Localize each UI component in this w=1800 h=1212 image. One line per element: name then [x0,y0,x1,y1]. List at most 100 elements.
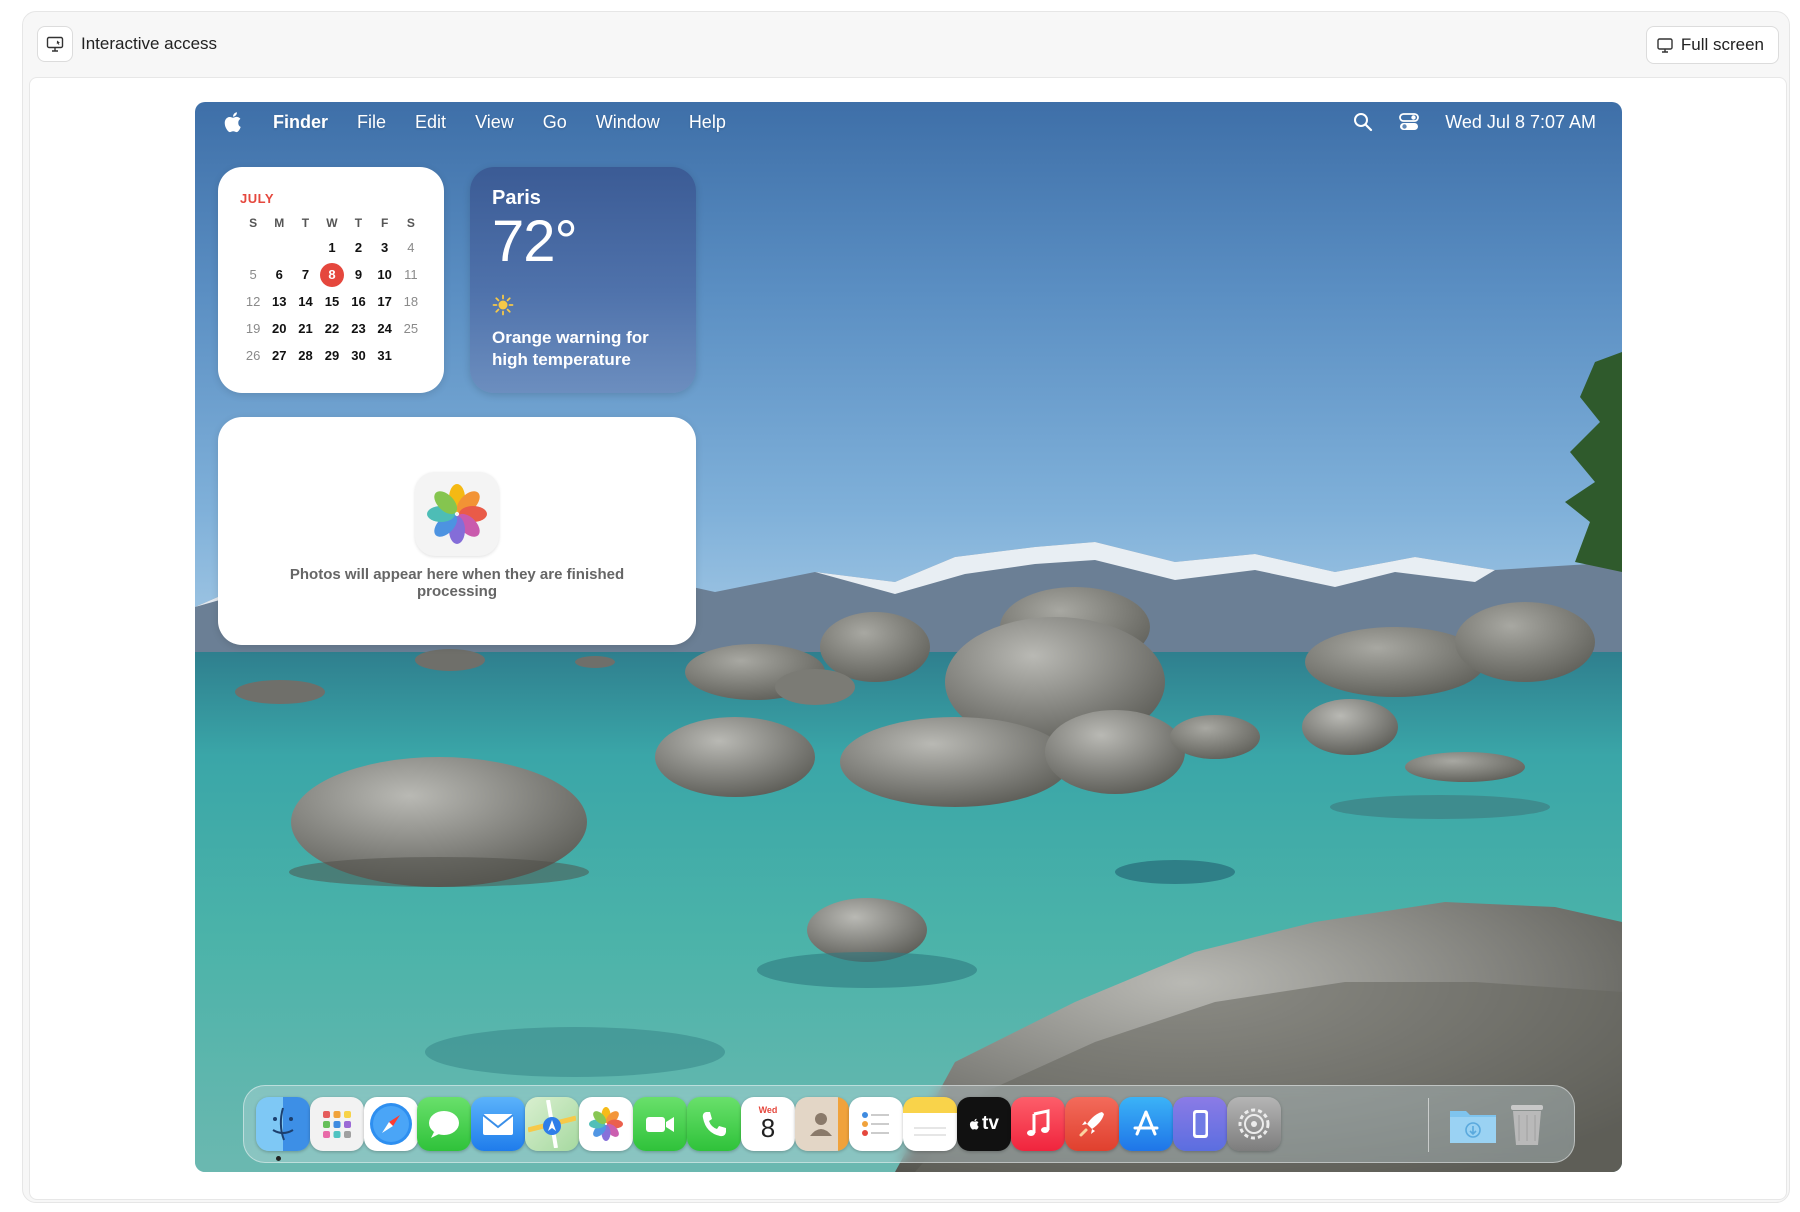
menu-file[interactable]: File [357,112,386,133]
apple-tv-label: tv [982,1113,999,1134]
weekday-label: T [301,216,310,230]
photos-widget[interactable]: Photos will appear here when they are fi… [218,417,696,645]
dock-launchpad[interactable] [310,1097,364,1151]
dock-trash[interactable] [1500,1097,1554,1151]
top-bar: Interactive access Full screen [23,12,1789,77]
dock-photos[interactable] [579,1097,633,1151]
dock-rocket[interactable] [1065,1097,1119,1151]
weekday-label: W [326,216,338,230]
menu-help[interactable]: Help [689,112,726,133]
calendar-day [398,342,424,369]
calendar-month: JULY [240,191,275,206]
calendar-day[interactable]: 26 [240,342,266,369]
calendar-grid: S M T W T F S 1 2 3 4 5 6 7 8 9 10 11 12 13 14 15 16 17 1… [240,212,424,369]
calendar-day[interactable]: 18 [398,288,424,315]
calendar-week-row: 19 20 21 22 23 24 25 [240,315,424,342]
spotlight-search-icon[interactable] [1353,112,1373,132]
calendar-day[interactable]: 20 [266,315,292,342]
weather-city: Paris [492,187,541,209]
dock-iphone-mirroring[interactable] [1173,1097,1227,1151]
calendar-day[interactable]: 31 [372,342,398,369]
weekday-label: S [249,216,258,230]
interactive-access-button[interactable] [37,26,73,62]
calendar-day[interactable]: 10 [372,261,398,288]
calendar-day[interactable]: 15 [319,288,346,315]
calendar-day[interactable]: 29 [319,342,346,369]
dock-finder[interactable] [256,1097,310,1151]
control-center-icon[interactable] [1399,112,1420,132]
calendar-day[interactable]: 11 [398,261,424,288]
menu-go[interactable]: Go [543,112,567,133]
dock-app-store[interactable] [1119,1097,1173,1151]
calendar-day[interactable]: 27 [266,342,292,369]
full-screen-button[interactable]: Full screen [1645,26,1779,64]
weekday-label: M [274,216,285,230]
menu-edit[interactable]: Edit [415,112,446,133]
calendar-day[interactable]: 19 [240,315,266,342]
dock-reminders[interactable] [849,1097,903,1151]
calendar-day[interactable]: 25 [398,315,424,342]
menu-view[interactable]: View [475,112,514,133]
calendar-day[interactable]: 23 [345,315,371,342]
calendar-day[interactable]: 12 [240,288,266,315]
calendar-day[interactable]: 21 [292,315,318,342]
sun-icon [492,294,514,316]
dock-safari[interactable] [364,1097,418,1151]
calendar-week-row: 1234 [240,234,424,261]
weather-alert: Orange warning for high temperature [492,328,649,369]
iphone-mirroring-icon [1193,1110,1208,1138]
launchpad-icon [323,1111,351,1138]
calendar-day[interactable]: 28 [292,342,318,369]
calendar-day[interactable]: 13 [266,288,292,315]
apple-menu-icon[interactable] [223,110,245,134]
calendar-day[interactable]: 5 [240,261,266,288]
maps-icon [528,1100,576,1148]
calendar-weekday-row: S M T W T F S [240,212,424,234]
calendar-day [240,234,266,261]
dock-phone[interactable] [687,1097,741,1151]
calendar-day[interactable]: 17 [372,288,398,315]
calendar-today-marker: 8 [319,262,344,287]
app-store-icon [1133,1110,1159,1136]
notes-icon [914,1127,946,1136]
calendar-day[interactable]: 1 [319,234,346,261]
calendar-day[interactable]: 2 [345,234,371,261]
calendar-day[interactable]: 4 [398,234,424,261]
menu-finder[interactable]: Finder [273,112,328,133]
calendar-day[interactable]: 24 [372,315,398,342]
safari-icon [370,1103,412,1145]
calendar-widget[interactable]: JULY S M T W T F S 1 2 3 4 5 6 7 8 9 10 11 12 13 14 15… [218,167,444,393]
dock-system-settings[interactable] [1227,1097,1281,1151]
photos-icon [589,1107,623,1141]
menu-clock[interactable]: Wed Jul 8 7:07 AM [1445,112,1596,133]
dock-music[interactable] [1011,1097,1065,1151]
dock-notes[interactable] [903,1097,957,1151]
fullscreen-icon [1657,38,1673,53]
calendar-day[interactable]: 14 [292,288,318,315]
dock-maps[interactable] [525,1097,579,1151]
weekday-label: S [406,216,415,230]
calendar-day[interactable]: 3 [372,234,398,261]
calendar-day[interactable]: 16 [345,288,371,315]
dock-contacts[interactable] [795,1097,849,1151]
finder-running-indicator [276,1156,281,1161]
calendar-days: 1 2 3 4 5 6 7 8 9 10 11 12 13 14 15 16 17 18 19 20 21 22 23 24 2… [240,234,424,369]
calendar-day[interactable]: 6 [266,261,292,288]
photos-app-icon [415,472,499,556]
calendar-day[interactable]: 7 [292,261,318,288]
dock-facetime[interactable] [633,1097,687,1151]
dock-messages[interactable] [417,1097,471,1151]
calendar-day[interactable]: 22 [319,315,346,342]
dock-calendar[interactable]: Wed 8 [741,1097,795,1151]
menu-window[interactable]: Window [596,112,660,133]
calendar-day [266,234,292,261]
weather-widget[interactable]: Paris 72° Orange warning for high temper… [470,167,696,393]
calendar-day[interactable]: 30 [345,342,371,369]
phone-icon [702,1112,726,1137]
mac-desktop[interactable]: Finder File Edit View Go Window Help Wed… [195,102,1622,1172]
dock-apple-tv[interactable]: tv [957,1097,1011,1151]
dock-mail[interactable] [471,1097,525,1151]
calendar-day[interactable]: 8 [319,261,346,288]
dock-downloads[interactable] [1446,1097,1500,1151]
calendar-day[interactable]: 9 [345,261,371,288]
